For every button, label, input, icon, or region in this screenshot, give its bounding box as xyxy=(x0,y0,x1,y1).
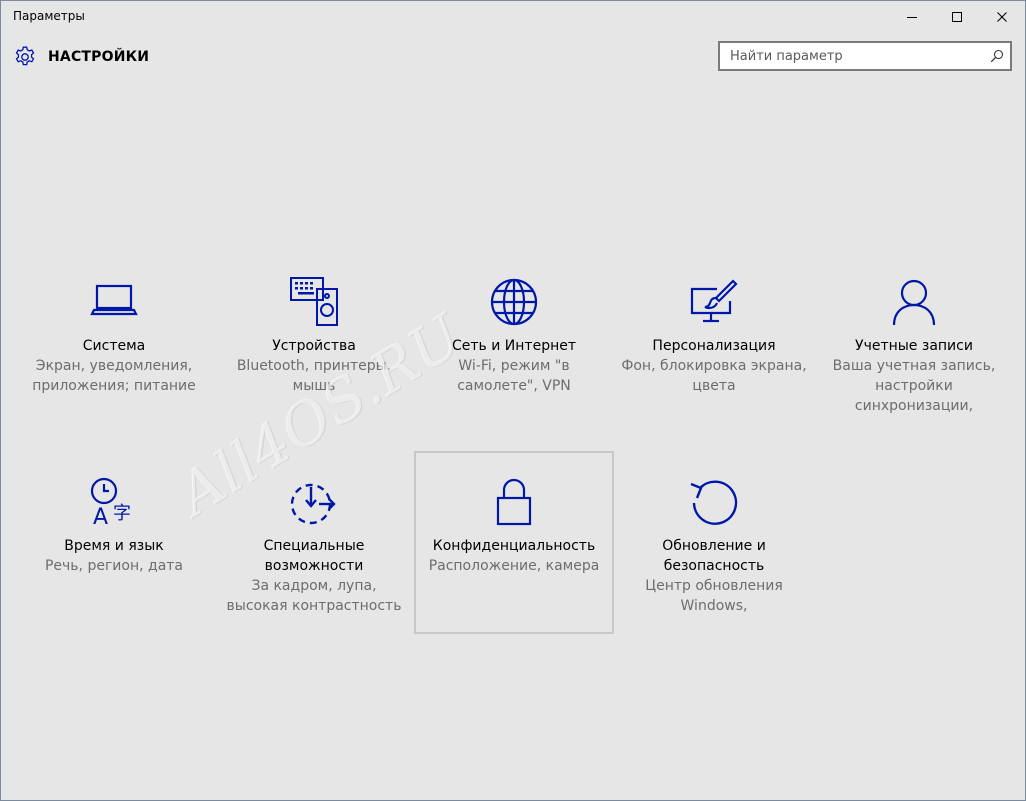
tile-description: Ваша учетная запись, настройки синхрониз… xyxy=(832,358,996,414)
tile-ease-of-access[interactable]: Специальные возможности За кадром, лупа,… xyxy=(215,451,413,633)
page-title: НАСТРОЙКИ xyxy=(48,49,150,65)
tile-update-security[interactable]: Обновление и безопасность Центр обновлен… xyxy=(615,451,813,633)
tile-system[interactable]: Система Экран, уведомления, приложения; … xyxy=(15,251,213,433)
minimize-button[interactable] xyxy=(889,1,935,33)
tile-accounts[interactable]: Учетные записи Ваша учетная запись, наст… xyxy=(815,251,1013,433)
close-icon xyxy=(997,12,1007,22)
time-language-icon: A 字 xyxy=(90,477,131,527)
tile-title: Время и язык xyxy=(64,538,164,554)
tile-description: Wi-Fi, режим "в самолете", VPN xyxy=(457,358,571,394)
page-header: НАСТРОЙКИ xyxy=(13,45,149,69)
person-icon xyxy=(892,279,936,326)
tile-devices[interactable]: Устройства Bluetooth, принтеры, мышь xyxy=(215,251,413,433)
maximize-button[interactable] xyxy=(934,1,980,33)
tile-description: Фон, блокировка экрана, цвета xyxy=(621,358,807,394)
tile-title: Персонализация xyxy=(652,338,776,354)
svg-text:A: A xyxy=(93,505,108,527)
tile-time-language[interactable]: A 字 Время и язык Речь, регион, дата xyxy=(15,451,213,633)
search-input[interactable] xyxy=(720,43,980,69)
tile-description: Расположение, камера xyxy=(428,558,600,574)
tile-title: Сеть и Интернет xyxy=(452,338,576,354)
laptop-icon xyxy=(90,284,138,316)
svg-text:字: 字 xyxy=(113,503,131,524)
tile-title: Учетные записи xyxy=(855,338,973,354)
tile-description: Речь, регион, дата xyxy=(44,558,184,574)
tile-description: Экран, уведомления, приложения; питание xyxy=(32,358,196,394)
close-button[interactable] xyxy=(979,1,1025,33)
maximize-icon xyxy=(952,12,962,22)
tile-title: Система xyxy=(82,338,146,354)
search-box[interactable] xyxy=(718,41,1012,71)
update-icon xyxy=(690,480,738,525)
title-bar[interactable]: Параметры xyxy=(1,1,1025,33)
globe-icon xyxy=(490,278,538,326)
tile-title: Обновление и безопасность xyxy=(662,538,766,574)
search-icon[interactable] xyxy=(990,49,1004,63)
tile-title: Устройства xyxy=(272,338,356,354)
tile-title: Специальные возможности xyxy=(263,538,365,574)
minimize-icon xyxy=(907,17,917,18)
ease-of-access-icon xyxy=(290,483,336,525)
tile-description: Центр обновления Windows, xyxy=(645,578,783,614)
window-title: Параметры xyxy=(13,9,85,23)
gear-icon xyxy=(15,46,35,66)
tile-title: Конфиденциальность xyxy=(432,538,596,554)
personalization-icon xyxy=(690,279,738,323)
lock-icon xyxy=(496,478,532,526)
tile-personalization[interactable]: Персонализация Фон, блокировка экрана, ц… xyxy=(615,251,813,433)
tile-privacy[interactable]: Конфиденциальность Расположение, камера xyxy=(414,451,614,634)
tile-network[interactable]: Сеть и Интернет Wi-Fi, режим "в самолете… xyxy=(415,251,613,433)
tile-description: Bluetooth, принтеры, мышь xyxy=(236,358,392,394)
tile-description: За кадром, лупа, высокая контрастность xyxy=(226,578,402,614)
settings-window: Параметры НАСТРОЙКИ Найти параметр Систе… xyxy=(0,0,1026,801)
devices-icon xyxy=(290,277,338,326)
